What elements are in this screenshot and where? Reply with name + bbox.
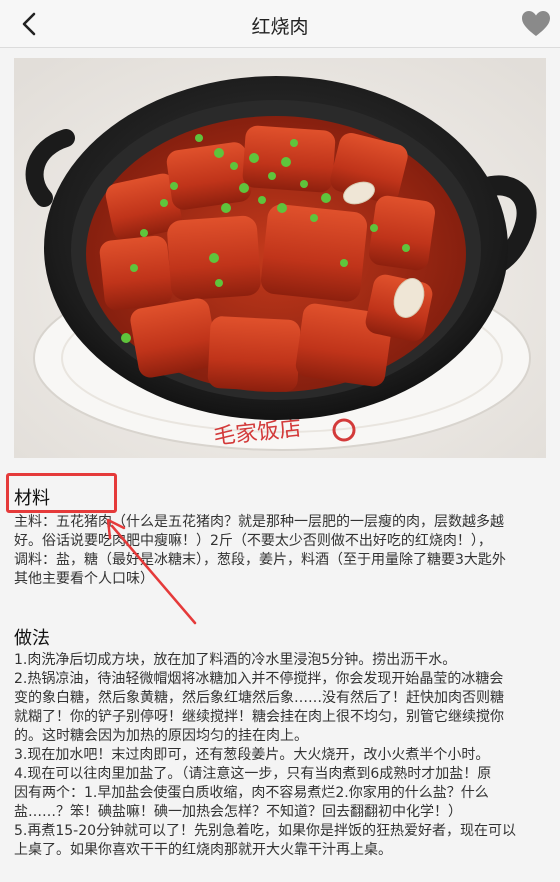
step-line: 1.肉洗净后切成方块，放在加了料酒的冷水里浸泡5分钟。捞出沥干水。 [14, 652, 457, 668]
app-header: 红烧肉 [0, 0, 560, 48]
step-line: 的。这时糖会因为加热的原因均匀的挂在肉上。 [14, 728, 308, 744]
steps-text: 1.肉洗净后切成方块，放在加了料酒的冷水里浸泡5分钟。捞出沥干水。 2.热锅凉油… [14, 651, 552, 860]
step-line: 5.再煮15-20分钟就可以了！先别急着吃，如果你是拌饭的狂热爱好者，现在可以 [14, 823, 517, 839]
step-line: 2.热锅凉油，待油轻微帽烟将冰糖加入并不停搅拌，你会发现开始晶莹的冰糖会 [14, 671, 504, 687]
step-line: 盐……？笨！碘盐嘛！碘一加热会怎样？不知道？回去翻翻初中化学！） [14, 804, 462, 820]
favorite-button[interactable] [520, 10, 552, 38]
step-line: 就糊了！你的铲子别停呀！继续搅拌！糖会挂在肉上很不均匀，别管它继续搅你 [14, 709, 504, 725]
annotation-arrow-icon [106, 518, 197, 625]
annotation-highlight-box [6, 473, 117, 513]
dish-photo: 毛家饭店 [14, 58, 546, 458]
ingredients-line: 调料：盐，糖（最好是冰糖末），葱段，姜片，料酒（至于用量除了糖要3大匙外 [14, 552, 506, 568]
ingredients-line: 好。俗话说要吃肉肥中瘦嘛！）2斤（不要太少否则做不出好吃的红烧肉！）， [14, 533, 492, 549]
step-line: 变的象白糖，然后象黄糖，然后象红塘然后象……没有然后了！赶快加肉否则糖 [14, 690, 504, 706]
ingredients-line: 其他主要看个人口味） [14, 571, 154, 587]
heart-icon [522, 11, 550, 36]
dish-illustration: 毛家饭店 [14, 58, 546, 458]
step-line: 4.现在可以往肉里加盐了。（请注意这一步，只有当肉煮到6成熟时才加盐！原 [14, 766, 492, 782]
ingredients-text: 主料：五花猪肉（什么是五花猪肉？就是那种一层肥的一层瘦的肉，层数越多越 好。俗话… [14, 513, 552, 589]
step-line: 上桌了。如果你喜欢干干的红烧肉那就开大火靠干汁再上桌。 [14, 842, 392, 858]
step-line: 3.现在加水吧！末过肉即可，还有葱段姜片。大火烧开，改小火煮半个小时。 [14, 747, 490, 763]
ingredients-line: 主料：五花猪肉（什么是五花猪肉？就是那种一层肥的一层瘦的肉，层数越多越 [14, 514, 504, 530]
step-line: 因有两个：1.早加盐会使蛋白质收缩，肉不容易煮烂2.你家用的什么盐？什么 [14, 785, 489, 801]
recipe-content[interactable]: 毛家饭店 材料 主料：五花猪肉（什么是五花猪肉？就是那种一层肥的一层瘦的肉，层数… [0, 48, 560, 882]
page-title: 红烧肉 [251, 16, 309, 38]
steps-title: 做法 [14, 628, 50, 649]
